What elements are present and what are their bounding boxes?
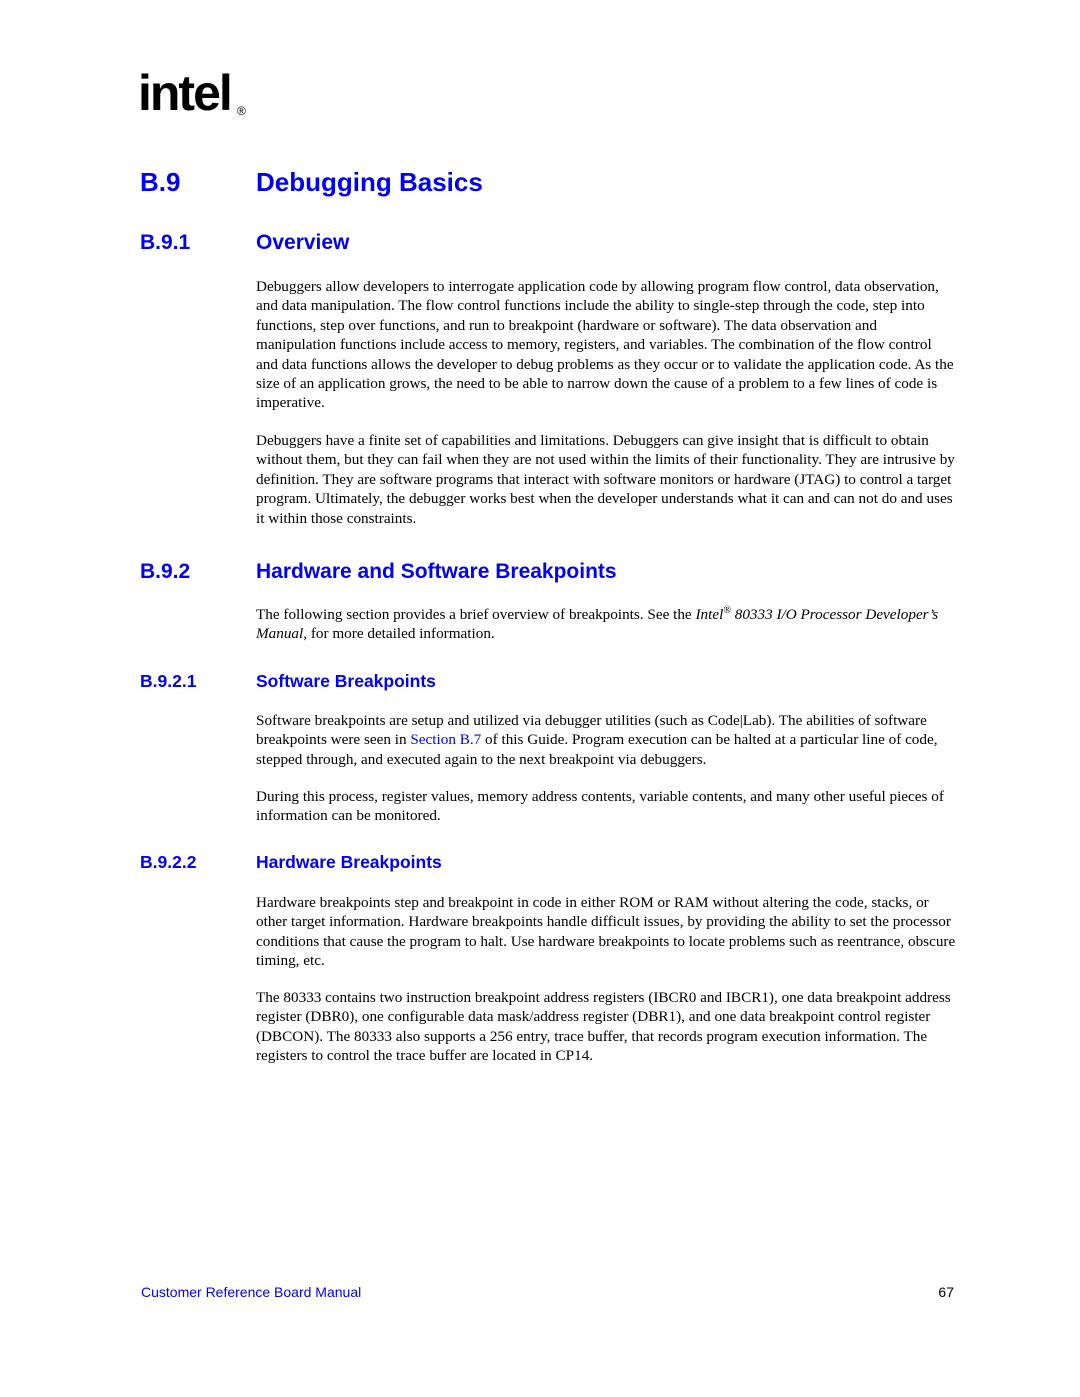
section-number: B.9.2.2 [140, 852, 197, 872]
breakpoints-intro-paragraph: The following section provides a brief o… [256, 605, 956, 644]
overview-paragraph-1: Debuggers allow developers to interrogat… [256, 278, 954, 412]
section-title: Hardware Breakpoints [256, 852, 442, 872]
hardware-breakpoints-paragraph-2: The 80333 contains two instruction break… [256, 989, 951, 1065]
section-title: Debugging Basics [256, 167, 483, 197]
hardware-breakpoints-paragraph-1: Hardware breakpoints step and breakpoint… [256, 894, 956, 970]
intel-logo-text: intel [138, 65, 233, 121]
intro-text: The following section provides a brief o… [256, 606, 696, 623]
overview-paragraph-2: Debuggers have a finite set of capabilit… [256, 432, 955, 527]
section-number: B.9.2 [140, 560, 191, 583]
software-breakpoints-paragraph-2: During this process, register values, me… [256, 788, 944, 825]
intro-text-end: , for more detailed information. [303, 625, 495, 643]
section-title: Overview [256, 231, 350, 254]
section-title: Hardware and Software Breakpoints [256, 560, 617, 583]
section-number: B.9.2.1 [140, 671, 197, 691]
section-number: B.9.1 [140, 231, 191, 254]
footer-page-number: 67 [938, 1284, 954, 1300]
section-b7-link[interactable]: Section B.7 [410, 731, 481, 748]
registered-mark-icon: ® [237, 104, 246, 118]
intel-logo: intel ® [138, 68, 258, 132]
registered-mark-icon: ® [723, 605, 731, 616]
software-breakpoints-paragraph-1: Software breakpoints are setup and utili… [256, 711, 956, 769]
footer-document-title: Customer Reference Board Manual [141, 1284, 362, 1300]
intro-italic-intel: Intel [695, 606, 724, 623]
section-title: Software Breakpoints [256, 671, 436, 691]
section-number: B.9 [140, 167, 181, 197]
